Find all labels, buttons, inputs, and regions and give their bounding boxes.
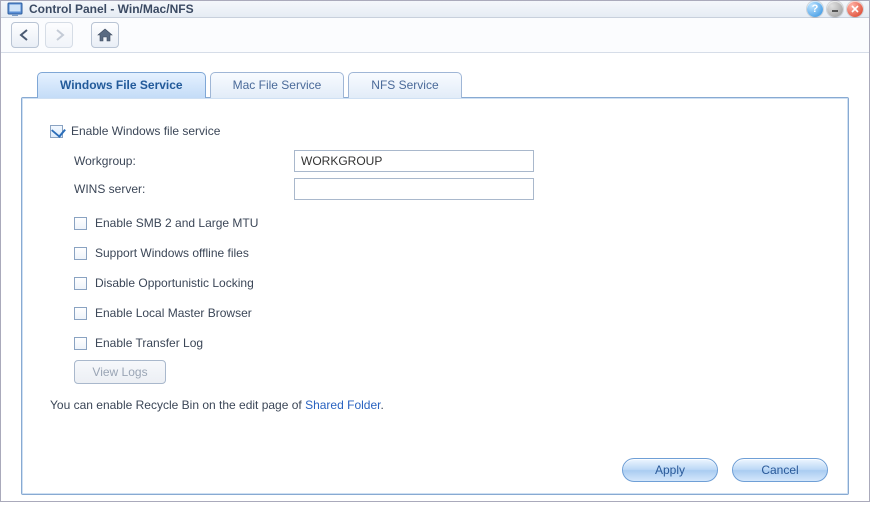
tab-label: Mac File Service bbox=[233, 78, 322, 92]
info-line: You can enable Recycle Bin on the edit p… bbox=[50, 398, 824, 412]
info-text-prefix: You can enable Recycle Bin on the edit p… bbox=[50, 398, 305, 412]
tab-label: NFS Service bbox=[371, 78, 438, 92]
tab-mac-file-service[interactable]: Mac File Service bbox=[210, 72, 345, 98]
home-button[interactable] bbox=[91, 22, 119, 48]
control-panel-window: Control Panel - Win/Mac/NFS ? Windows Fi… bbox=[0, 0, 870, 502]
label-lmb[interactable]: Enable Local Master Browser bbox=[95, 306, 252, 320]
input-workgroup[interactable] bbox=[294, 150, 534, 172]
row-offline: Support Windows offline files bbox=[74, 240, 824, 266]
row-workgroup: Workgroup: bbox=[74, 148, 824, 174]
tab-windows-file-service[interactable]: Windows File Service bbox=[37, 72, 206, 98]
titlebar: Control Panel - Win/Mac/NFS ? bbox=[1, 1, 869, 18]
checkbox-lmb[interactable] bbox=[74, 307, 87, 320]
tab-nfs-service[interactable]: NFS Service bbox=[348, 72, 461, 98]
row-lmb: Enable Local Master Browser bbox=[74, 300, 824, 326]
label-wins: WINS server: bbox=[74, 182, 294, 196]
shared-folder-link[interactable]: Shared Folder bbox=[305, 398, 380, 412]
label-xferlog[interactable]: Enable Transfer Log bbox=[95, 336, 203, 350]
label-enable-service[interactable]: Enable Windows file service bbox=[71, 124, 220, 138]
minimize-button[interactable] bbox=[827, 1, 843, 17]
view-logs-button[interactable]: View Logs bbox=[74, 360, 166, 384]
content-area: Windows File Service Mac File Service NF… bbox=[1, 53, 869, 509]
tab-panel: Enable Windows file service Workgroup: W… bbox=[21, 97, 849, 495]
checkbox-enable-service[interactable] bbox=[50, 125, 63, 138]
label-oplock[interactable]: Disable Opportunistic Locking bbox=[95, 276, 254, 290]
checkbox-oplock[interactable] bbox=[74, 277, 87, 290]
tab-strip: Windows File Service Mac File Service NF… bbox=[37, 71, 849, 97]
toolbar bbox=[1, 18, 869, 53]
window-controls: ? bbox=[807, 1, 863, 17]
checkbox-smb2[interactable] bbox=[74, 217, 87, 230]
row-enable-service: Enable Windows file service bbox=[50, 118, 824, 144]
row-wins: WINS server: bbox=[74, 176, 824, 202]
label-offline[interactable]: Support Windows offline files bbox=[95, 246, 249, 260]
back-button[interactable] bbox=[11, 22, 39, 48]
help-button[interactable]: ? bbox=[807, 1, 823, 17]
footer-buttons: Apply Cancel bbox=[622, 458, 828, 482]
tab-label: Windows File Service bbox=[60, 78, 183, 92]
control-panel-icon bbox=[7, 1, 23, 17]
cancel-button[interactable]: Cancel bbox=[732, 458, 828, 482]
form-area: Enable Windows file service Workgroup: W… bbox=[46, 116, 824, 412]
row-view-logs: View Logs bbox=[74, 360, 824, 384]
forward-button[interactable] bbox=[45, 22, 73, 48]
close-button[interactable] bbox=[847, 1, 863, 17]
input-wins[interactable] bbox=[294, 178, 534, 200]
checkbox-xferlog[interactable] bbox=[74, 337, 87, 350]
apply-button[interactable]: Apply bbox=[622, 458, 718, 482]
label-workgroup: Workgroup: bbox=[74, 154, 294, 168]
row-xferlog: Enable Transfer Log bbox=[74, 330, 824, 356]
info-text-suffix: . bbox=[380, 398, 383, 412]
label-smb2[interactable]: Enable SMB 2 and Large MTU bbox=[95, 216, 258, 230]
row-smb2: Enable SMB 2 and Large MTU bbox=[74, 210, 824, 236]
window-title: Control Panel - Win/Mac/NFS bbox=[29, 2, 807, 16]
row-oplock: Disable Opportunistic Locking bbox=[74, 270, 824, 296]
checkbox-offline[interactable] bbox=[74, 247, 87, 260]
